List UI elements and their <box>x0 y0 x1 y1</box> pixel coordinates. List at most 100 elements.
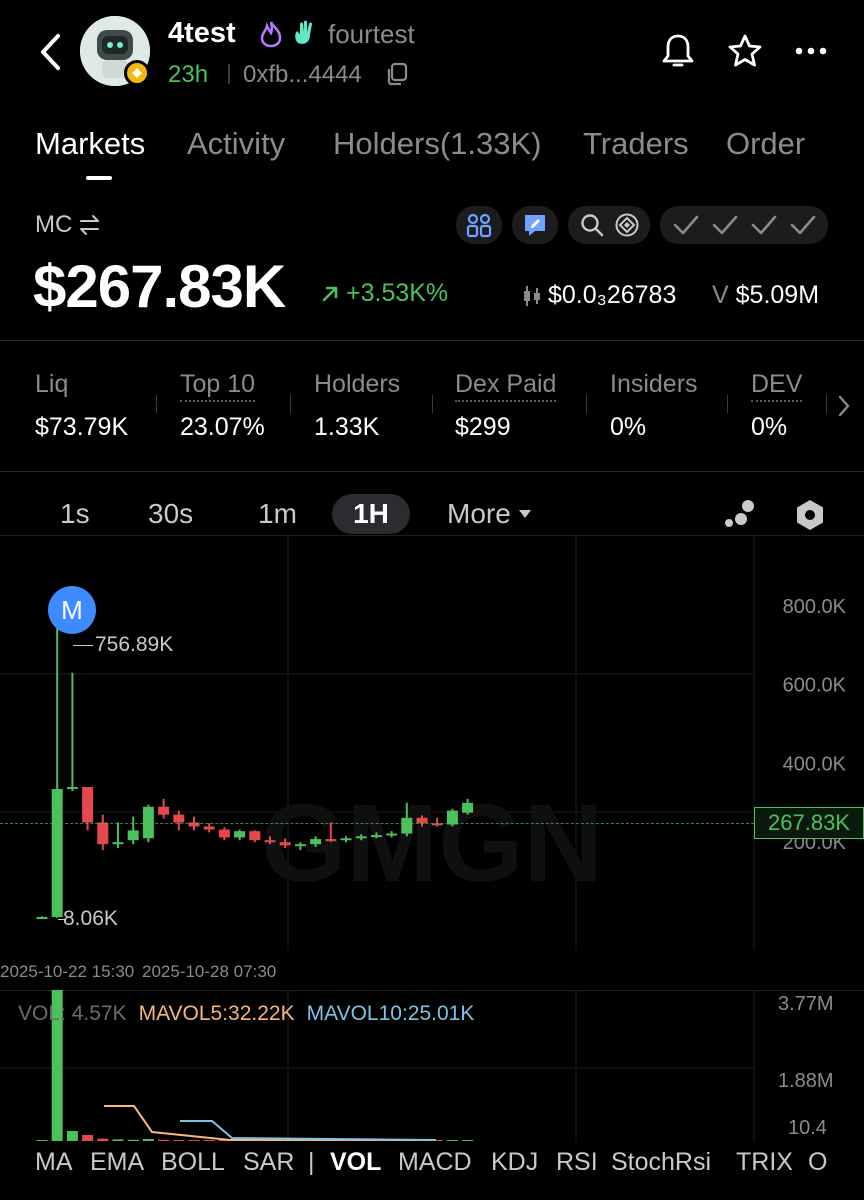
candle-body <box>279 842 291 846</box>
indicator-trix[interactable]: TRIX <box>736 1148 793 1177</box>
tab-traders[interactable]: Traders <box>583 126 689 162</box>
volume-bar <box>97 1138 109 1141</box>
favorite-star-icon[interactable] <box>726 32 764 75</box>
holders-group-button[interactable] <box>456 206 502 244</box>
stat-label-dex-paid[interactable]: Dex Paid <box>455 370 557 402</box>
stat-label-dev[interactable]: DEV <box>751 370 803 402</box>
indicator-macd[interactable]: MACD <box>398 1148 472 1177</box>
current-price-tag: 267.83K <box>754 807 864 839</box>
timeframe-30s[interactable]: 30s <box>148 498 193 530</box>
copy-icon[interactable] <box>386 62 408 91</box>
candle-body <box>82 787 94 823</box>
price-chart[interactable]: GMGN 800.0K600.0K400.0K200.0K <box>0 536 864 950</box>
more-options-icon[interactable] <box>794 44 828 62</box>
volume-bar <box>66 1130 78 1141</box>
candle-body <box>264 840 276 843</box>
creator-handle[interactable]: fourtest <box>328 19 415 50</box>
y-axis-tick: 800.0K <box>783 596 847 618</box>
timeframe-1h-selected[interactable]: 1H <box>332 494 410 534</box>
indicator-ema[interactable]: EMA <box>90 1148 144 1177</box>
stat-divider <box>826 395 827 413</box>
mavol5-line <box>104 1105 436 1141</box>
timeframe-1s[interactable]: 1s <box>60 498 90 530</box>
stat-divider <box>432 395 433 413</box>
timeframe-more-label: More <box>447 498 511 529</box>
divider <box>0 340 864 341</box>
timeframe-1m[interactable]: 1m <box>258 498 297 530</box>
change-text: +3.53K% <box>346 279 449 307</box>
tab-order[interactable]: Order <box>726 126 805 162</box>
volume-bar <box>142 1138 154 1141</box>
chevron-left-icon <box>41 34 60 70</box>
volume-legend: VOL: 4.57K MAVOL5:32.22K MAVOL10:25.01K <box>18 1002 474 1026</box>
timeframe-more[interactable]: More <box>447 498 533 530</box>
divider <box>0 471 864 472</box>
search-scan-group[interactable] <box>568 206 650 244</box>
marker-badge-label: M <box>61 594 83 625</box>
vol-y-tick: 1.88M <box>778 1070 834 1092</box>
hand-wave-icon <box>292 19 318 52</box>
stat-label-top10[interactable]: Top 10 <box>180 370 256 402</box>
indicator-sar[interactable]: SAR <box>243 1148 294 1177</box>
indicator-dots-icon[interactable] <box>722 497 758 538</box>
back-button[interactable] <box>30 28 70 76</box>
security-checks[interactable] <box>660 206 828 244</box>
contract-address[interactable]: 0xfb...4444 <box>243 61 362 89</box>
candle-body <box>386 833 398 836</box>
notification-bell-icon[interactable] <box>660 32 696 75</box>
tab-holders[interactable]: Holders(1.33K) <box>333 126 541 162</box>
edit-note-button[interactable] <box>512 206 558 244</box>
stat-divider <box>727 395 728 413</box>
candle-body <box>310 839 322 845</box>
marker-badge[interactable]: M <box>48 586 96 634</box>
volume-bar <box>158 1139 170 1141</box>
token-price: $0.0₃26783 <box>548 281 677 309</box>
indicator-rsi[interactable]: RSI <box>556 1148 598 1177</box>
tab-activity[interactable]: Activity <box>187 126 285 162</box>
indicator-obv[interactable]: O <box>808 1148 827 1177</box>
candle-icon <box>524 285 540 306</box>
bnb-chain-badge <box>124 60 150 86</box>
candle-body <box>112 842 124 845</box>
volume-bar <box>127 1139 139 1141</box>
indicator-boll[interactable]: BOLL <box>161 1148 225 1177</box>
y-axis-tick: 400.0K <box>783 753 847 775</box>
indicator-kdj[interactable]: KDJ <box>491 1148 538 1177</box>
volume-bar <box>188 1140 200 1141</box>
tab-markets[interactable]: Markets <box>35 126 145 162</box>
chevron-right-icon[interactable] <box>836 394 852 423</box>
candle-body <box>340 838 352 841</box>
stat-label-dev-text: DEV <box>751 370 803 402</box>
chart-settings-icon[interactable] <box>792 497 828 538</box>
stat-value-liq: $73.79K <box>35 413 129 441</box>
stat-label-liq: Liq <box>35 370 69 398</box>
volume-value: $5.09M <box>735 281 820 309</box>
stat-divider <box>156 395 157 413</box>
people-icon <box>466 213 492 238</box>
search-icon[interactable] <box>579 212 605 238</box>
candle-body <box>66 787 78 790</box>
vol-label: VOL: 4.57K <box>18 1002 127 1025</box>
check-icon <box>673 215 698 235</box>
mc-label: MC <box>35 211 102 239</box>
volume-bar <box>36 1140 48 1141</box>
market-cap-value: $267.83K <box>33 253 286 320</box>
swap-icon[interactable] <box>78 214 102 236</box>
candle-body <box>370 835 382 838</box>
market-cap-change: +3.53K% <box>320 279 448 308</box>
bscscan-icon[interactable] <box>614 212 640 238</box>
indicator-ma[interactable]: MA <box>35 1148 73 1177</box>
stat-divider <box>290 395 291 413</box>
stat-value-top10: 23.07% <box>180 413 265 441</box>
edit-chat-icon <box>525 215 545 236</box>
y-axis-tick: 600.0K <box>783 675 847 697</box>
indicator-stochrsi[interactable]: StochRsi <box>611 1148 711 1177</box>
indicator-vol-active[interactable]: VOL <box>330 1148 381 1177</box>
check-icon <box>712 215 737 235</box>
volume-prefix: V <box>712 281 729 309</box>
x-axis-label: 2025-10-28 07:30 <box>142 962 277 981</box>
stat-label-top10-text: Top 10 <box>180 370 256 402</box>
stat-label-holders: Holders <box>314 370 401 398</box>
candle-body <box>158 806 170 815</box>
volume-bar <box>82 1134 94 1141</box>
